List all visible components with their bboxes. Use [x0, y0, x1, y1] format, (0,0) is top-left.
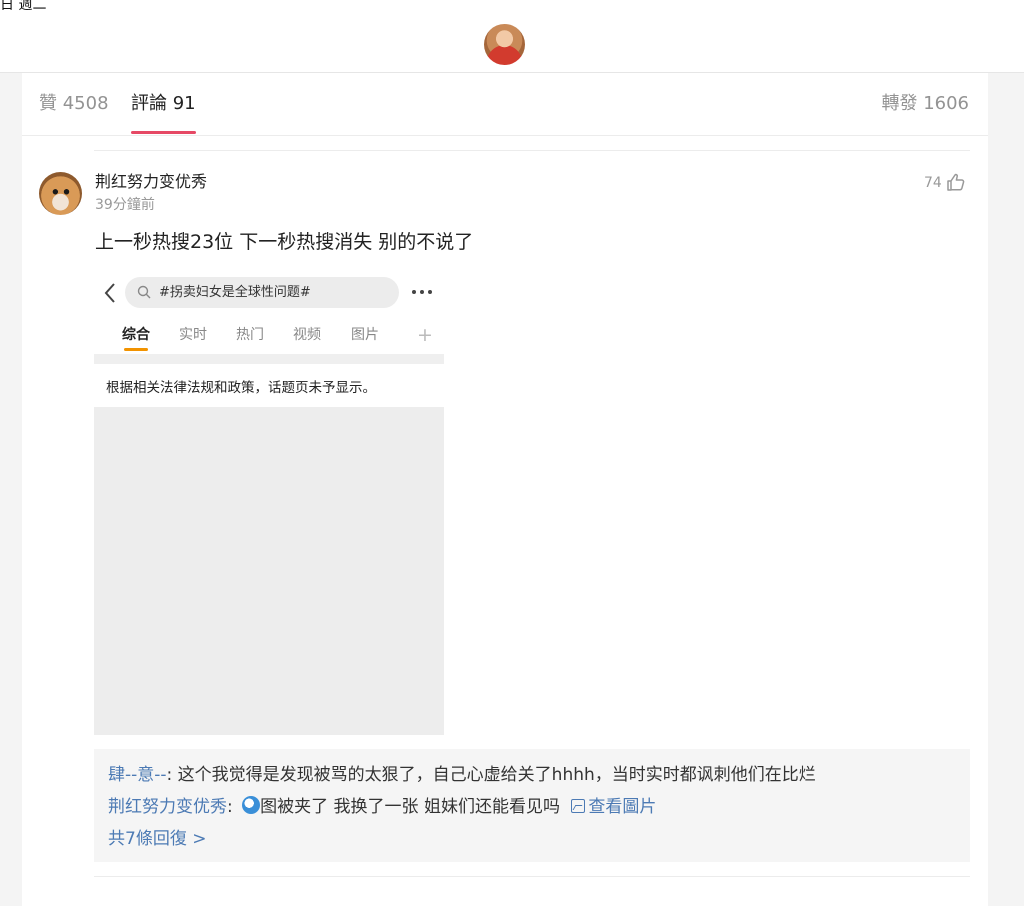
comment-bottom-divider [94, 876, 970, 877]
top-bar: 日 週二 [0, 0, 1024, 73]
reply-item: 肆--意--: 这个我觉得是发现被骂的太狠了，自己心虚给关了hhhh，当时实时都… [108, 764, 816, 786]
embedded-tab: 综合 [122, 327, 150, 343]
embedded-tab: 图片 [351, 327, 379, 343]
reply-text: : 这个我觉得是发现被骂的太狠了，自己心虚给关了hhhh，当时实时都讽刺他们在比… [166, 765, 816, 785]
commenter-name[interactable]: 荆红努力变优秀 [95, 172, 207, 192]
comment-image[interactable]: #拐卖妇女是全球性问题# 综合 实时 热门 视频 图片 + 根据相关法律法规和政… [94, 268, 444, 735]
embedded-notice: 根据相关法律法规和政策，话题页未予显示。 [106, 380, 376, 396]
embedded-tab: 实时 [179, 327, 207, 343]
comment-text: 上一秒热搜23位 下一秒热搜消失 别的不说了 [95, 231, 474, 253]
view-all-replies-link[interactable]: 共7條回復 > [108, 828, 206, 850]
embedded-search-box: #拐卖妇女是全球性问题# [125, 277, 399, 308]
commenter-avatar[interactable] [39, 172, 82, 215]
comment-time: 39分鐘前 [95, 197, 155, 213]
reply-text: 图被夹了 我换了一张 姐妹们还能看见吗 [260, 797, 566, 817]
active-tab-indicator [131, 131, 196, 134]
embedded-tab: 视频 [293, 327, 321, 343]
embedded-tab: 热门 [236, 327, 264, 343]
tab-reposts[interactable]: 轉發 1606 [881, 93, 969, 115]
reply-author[interactable]: 荆红努力变优秀 [108, 797, 227, 817]
view-image-link[interactable]: 查看圖片 [588, 797, 656, 817]
back-arrow-icon [104, 283, 115, 303]
reply-author[interactable]: 肆--意-- [108, 765, 167, 785]
embedded-blank-area [94, 407, 444, 735]
embedded-tab-indicator [124, 348, 148, 351]
reply-item: 荆红努力变优秀: 图被夹了 我换了一张 姐妹们还能看见吗 查看圖片 [108, 796, 656, 818]
tab-comments[interactable]: 評論 91 [131, 93, 196, 115]
embedded-divider [94, 354, 444, 364]
embedded-search-text: #拐卖妇女是全球性问题# [159, 285, 311, 300]
search-icon [137, 285, 151, 299]
emoji-icon [242, 796, 261, 814]
image-icon [571, 799, 586, 813]
profile-avatar[interactable] [484, 24, 525, 65]
like-count: 74 [924, 175, 942, 191]
plus-icon: + [417, 324, 433, 346]
replies-block: 肆--意--: 这个我觉得是发现被骂的太狠了，自己心虚给关了hhhh，当时实时都… [94, 749, 970, 862]
more-icon [412, 290, 432, 294]
comment-separator [94, 150, 970, 151]
date-text: 日 週二 [0, 0, 47, 13]
tabs-divider [22, 135, 988, 136]
thumbs-up-icon[interactable] [946, 172, 966, 192]
tab-likes[interactable]: 贊 4508 [39, 93, 109, 115]
reply-text: : [227, 797, 239, 817]
